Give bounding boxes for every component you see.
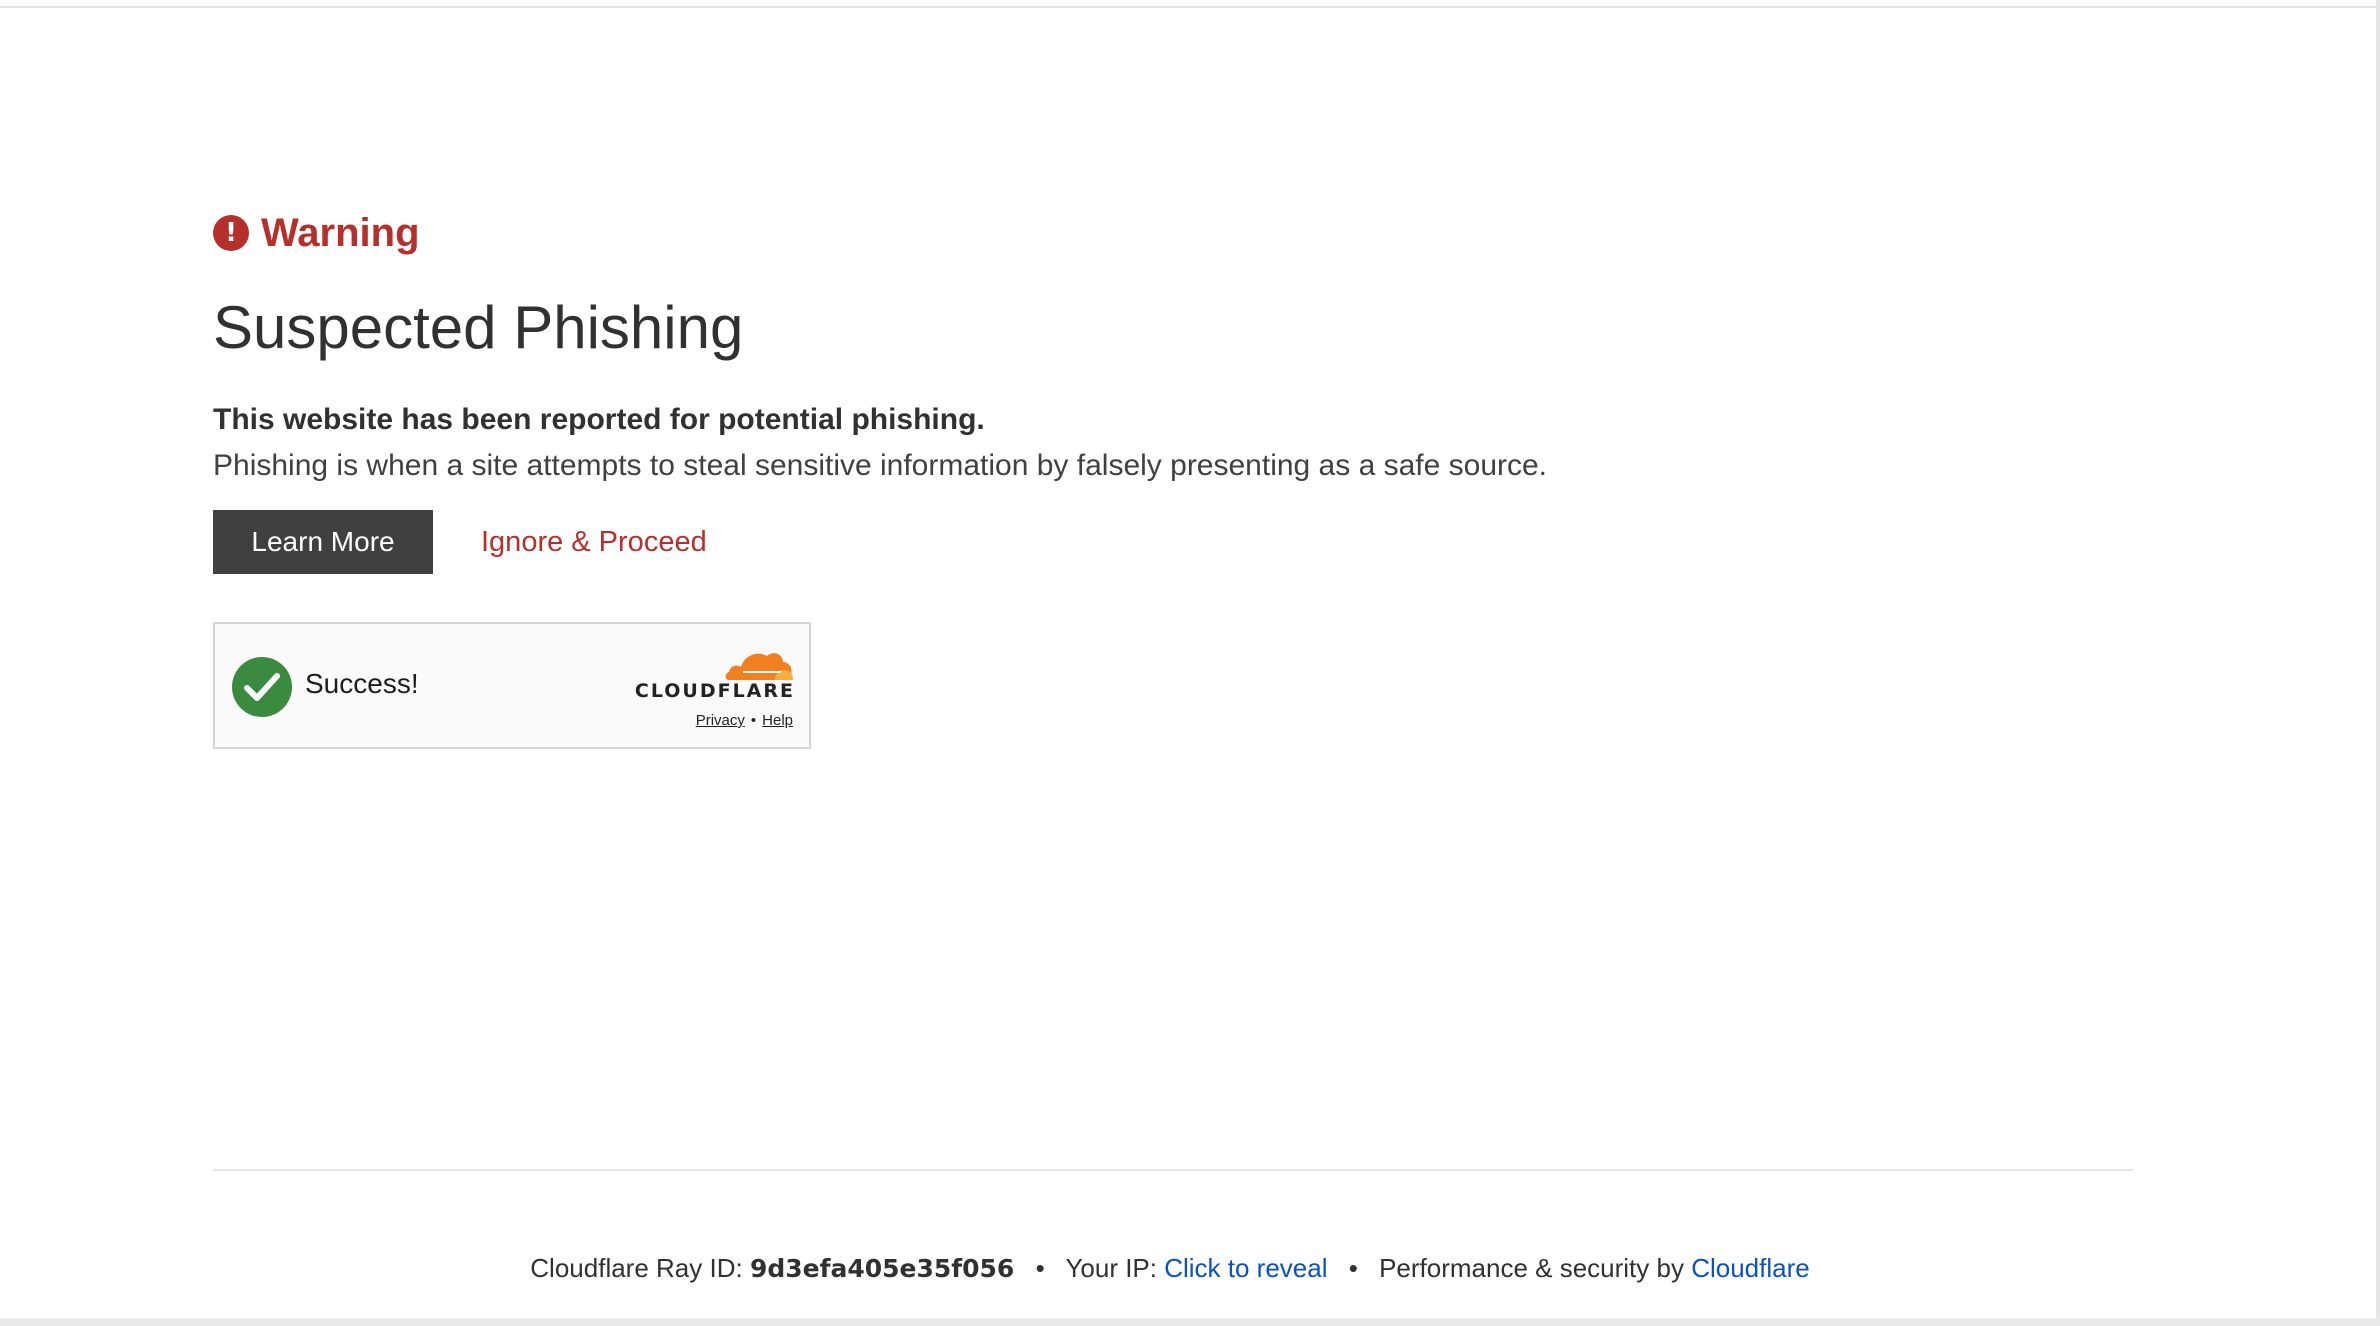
checkmark-circle-icon bbox=[232, 657, 292, 717]
cloudflare-cloud-icon bbox=[725, 653, 793, 680]
footer: Cloudflare Ray ID: 9d3efa405e35f056 • Yo… bbox=[0, 1253, 2340, 1284]
performance-label: Performance & security by bbox=[1379, 1253, 1684, 1283]
privacy-link[interactable]: Privacy bbox=[696, 712, 745, 729]
action-row: Learn More Ignore & Proceed bbox=[213, 510, 2133, 574]
warning-heading: ! Warning bbox=[213, 200, 2133, 266]
ray-id-label: Cloudflare Ray ID: bbox=[530, 1253, 743, 1283]
footer-separator: • bbox=[1035, 1253, 1045, 1283]
exclamation-circle-icon: ! bbox=[213, 215, 249, 251]
help-link[interactable]: Help bbox=[762, 712, 793, 729]
browser-top-border bbox=[0, 0, 2376, 8]
phishing-description: Phishing is when a site attempts to stea… bbox=[213, 449, 1548, 482]
footer-separator: • bbox=[1348, 1253, 1358, 1283]
links-separator: • bbox=[750, 712, 757, 729]
interstitial-content: ! Warning Suspected Phishing This websit… bbox=[213, 200, 2133, 749]
window-right-edge bbox=[2376, 0, 2380, 1326]
ray-id-value: 9d3efa405e35f056 bbox=[749, 1254, 1015, 1283]
warning-label: Warning bbox=[261, 210, 420, 255]
cloudflare-link[interactable]: Cloudflare bbox=[1691, 1253, 1810, 1283]
window-bottom-edge bbox=[0, 1318, 2380, 1326]
ip-label: Your IP: bbox=[1065, 1253, 1157, 1283]
cloudflare-wordmark: CLOUDFLARE bbox=[634, 680, 795, 702]
learn-more-button[interactable]: Learn More bbox=[213, 510, 433, 574]
reveal-ip-link[interactable]: Click to reveal bbox=[1164, 1253, 1327, 1283]
turnstile-widget: Success! CLOUDFLARE Privacy • Help bbox=[213, 622, 811, 749]
turnstile-links: Privacy • Help bbox=[696, 712, 793, 729]
footer-divider bbox=[213, 1169, 2133, 1171]
phishing-lead-text: This website has been reported for poten… bbox=[213, 403, 985, 436]
turnstile-success-text: Success! bbox=[305, 668, 419, 699]
page-title: Suspected Phishing bbox=[213, 294, 744, 361]
ignore-and-proceed-link[interactable]: Ignore & Proceed bbox=[481, 526, 707, 559]
